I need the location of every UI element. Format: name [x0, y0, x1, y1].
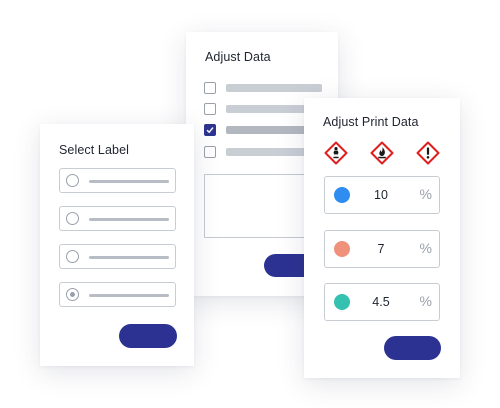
percent-unit: %: [419, 240, 432, 256]
placeholder-line: [226, 84, 322, 92]
radio-button[interactable]: [66, 174, 79, 187]
color-percent-field[interactable]: 10 %: [324, 176, 440, 214]
color-percent-value: 7: [377, 242, 385, 256]
notes-textarea[interactable]: [204, 174, 318, 238]
exclamation-hazard-icon: [416, 141, 440, 165]
placeholder-line: [89, 180, 169, 183]
checkbox[interactable]: [204, 82, 216, 94]
label-option[interactable]: [59, 206, 176, 231]
radio-button[interactable]: [66, 212, 79, 225]
label-option[interactable]: [59, 168, 176, 193]
checkbox[interactable]: [204, 103, 216, 115]
checkbox[interactable]: [204, 146, 216, 158]
select-label-submit-button[interactable]: [119, 324, 177, 348]
color-swatch: [334, 187, 350, 203]
placeholder-line: [89, 294, 169, 297]
percent-unit: %: [419, 186, 432, 202]
color-percent-field[interactable]: 7 %: [324, 230, 440, 268]
label-option[interactable]: [59, 244, 176, 269]
color-swatch: [334, 294, 350, 310]
radio-button[interactable]: [66, 250, 79, 263]
radio-button-selected[interactable]: [66, 288, 79, 301]
color-percent-value: 10: [374, 188, 388, 202]
placeholder-line: [89, 256, 169, 259]
adjust-print-data-title: Adjust Print Data: [323, 115, 419, 129]
placeholder-line: [89, 218, 169, 221]
select-label-card: Select Label: [40, 124, 194, 366]
checkmark-icon: [206, 127, 214, 134]
color-swatch: [334, 241, 350, 257]
checkbox-checked[interactable]: [204, 124, 216, 136]
adjust-print-data-card: Adjust Print Data 10 % 7 % 4.5 %: [304, 98, 460, 378]
adjust-print-data-submit-button[interactable]: [384, 336, 441, 360]
color-percent-field[interactable]: 4.5 %: [324, 283, 440, 321]
percent-unit: %: [419, 293, 432, 309]
adjust-data-title: Adjust Data: [205, 50, 271, 64]
flammable-icon: [370, 141, 394, 165]
color-percent-value: 4.5: [372, 295, 390, 309]
health-hazard-icon: [324, 141, 348, 165]
illustration-stage: Adjust Data Select Label Adjust Print Da…: [0, 0, 500, 408]
label-option-selected[interactable]: [59, 282, 176, 307]
select-label-title: Select Label: [59, 143, 129, 157]
